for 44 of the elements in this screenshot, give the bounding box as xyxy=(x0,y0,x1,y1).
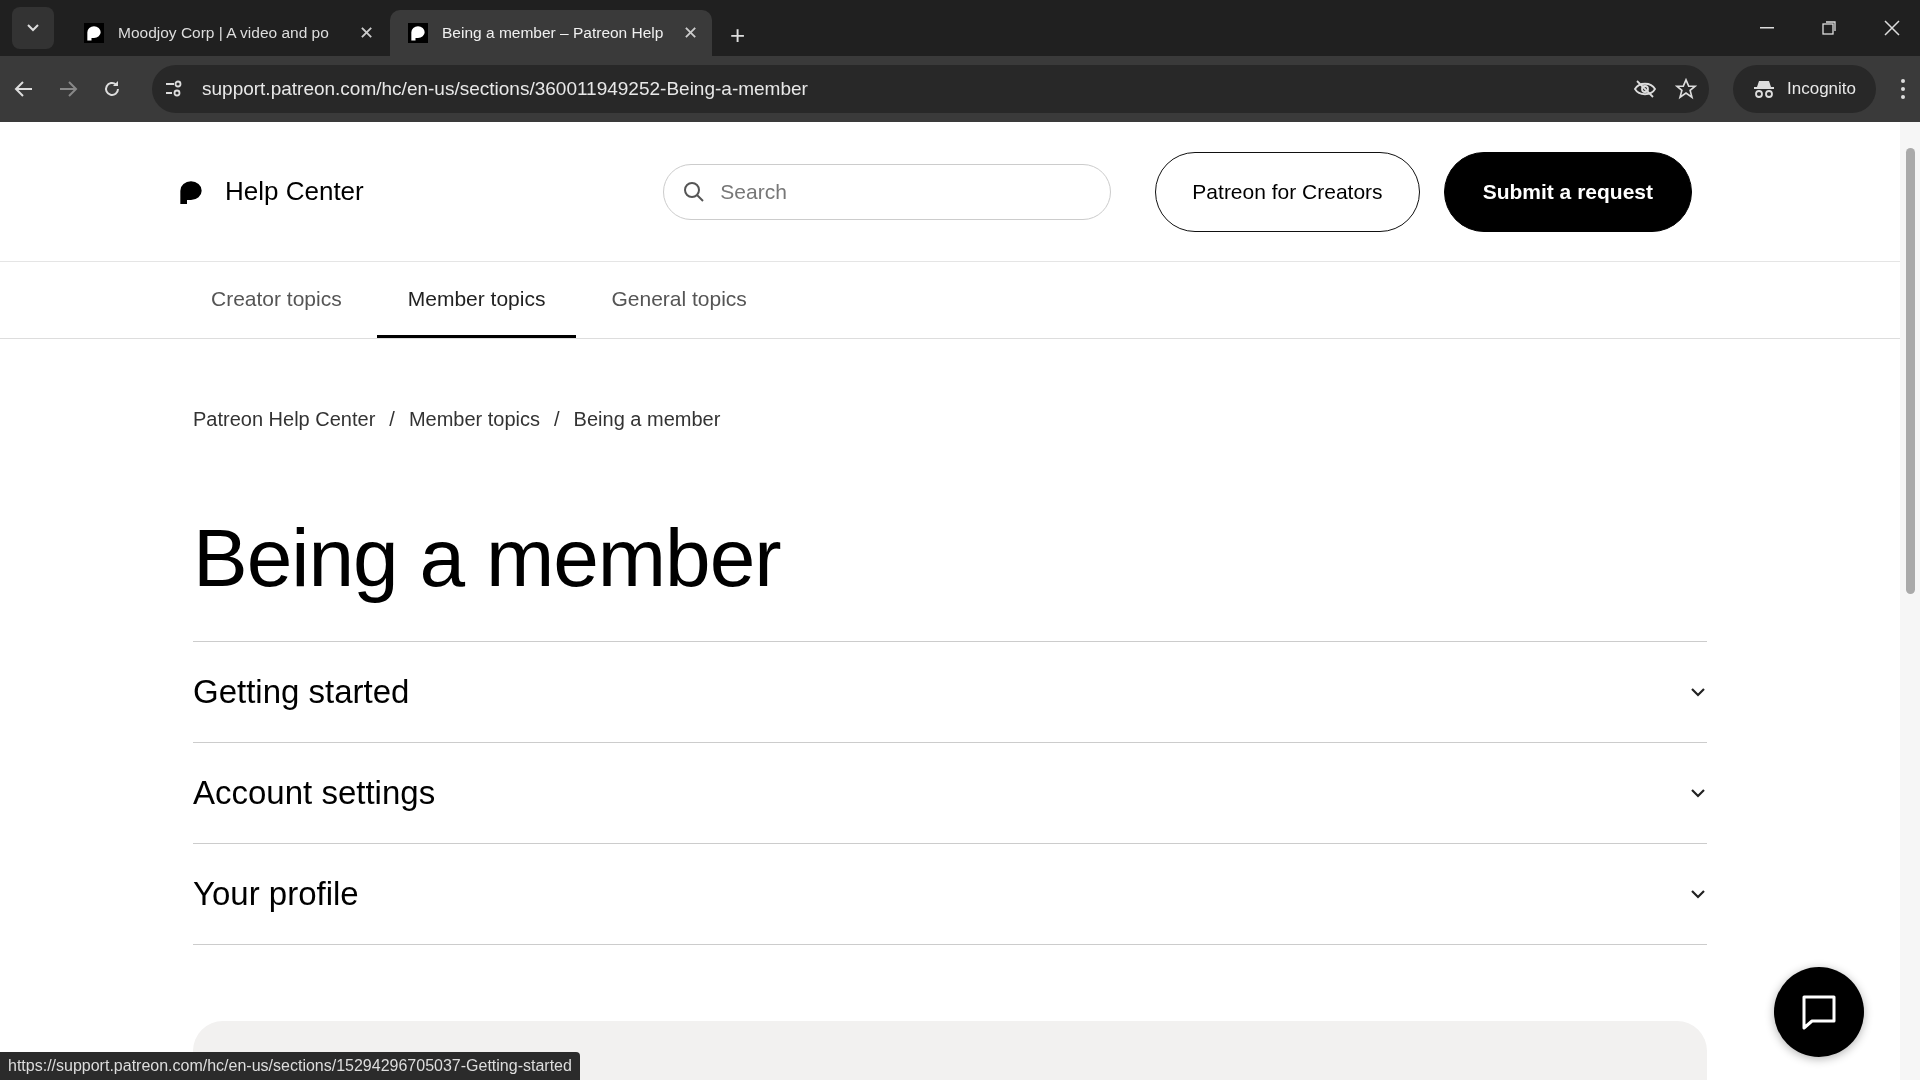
reload-icon[interactable] xyxy=(102,79,122,99)
section-heading[interactable]: Account settings xyxy=(193,774,436,812)
nav-tab[interactable]: Creator topics xyxy=(180,262,373,338)
eye-crossed-icon[interactable] xyxy=(1633,79,1657,99)
close-tab-icon[interactable]: ✕ xyxy=(683,22,698,44)
search-field[interactable]: Search xyxy=(663,163,1112,220)
close-tab-icon[interactable]: ✕ xyxy=(359,22,374,44)
patreon-logo-icon xyxy=(408,23,428,43)
browser-tab[interactable]: Being a member – Patreon Help ✕ xyxy=(390,10,712,56)
creators-button[interactable]: Patreon for Creators xyxy=(1155,151,1420,232)
breadcrumb-link[interactable]: Patreon Help Center xyxy=(193,408,376,431)
breadcrumb-separator: / xyxy=(389,408,395,431)
breadcrumb-link[interactable]: Member topics xyxy=(408,408,541,431)
star-icon[interactable] xyxy=(1675,78,1697,100)
submit-request-button[interactable]: Submit a request xyxy=(1443,151,1692,232)
chat-button[interactable] xyxy=(1774,967,1864,1057)
section-heading[interactable]: Getting started xyxy=(193,673,410,711)
address-bar[interactable]: support.patreon.com/hc/en-us/sections/360011949252-Being-a-member xyxy=(152,65,1709,113)
chevron-down-icon[interactable] xyxy=(1689,888,1707,900)
breadcrumb-separator: / xyxy=(554,408,560,431)
nav-tab[interactable]: Member topics xyxy=(376,262,577,338)
chevron-down-icon[interactable] xyxy=(1689,686,1707,698)
browser-tab[interactable]: Moodjoy Corp | A video and po ✕ xyxy=(66,10,388,56)
breadcrumb-link[interactable]: Being a member xyxy=(573,408,721,431)
chevron-down-icon xyxy=(26,23,40,33)
menu-icon[interactable] xyxy=(1900,78,1906,100)
site-title[interactable]: Help Center xyxy=(225,176,364,207)
back-icon[interactable] xyxy=(14,80,34,98)
status-url: https://support.patreon.com/hc/en-us/sections/15294296705037-Getting-started xyxy=(0,1052,580,1080)
close-icon[interactable] xyxy=(1884,20,1900,36)
chevron-down-icon[interactable] xyxy=(1689,787,1707,799)
incognito-icon xyxy=(1753,79,1775,99)
section-heading[interactable]: Your profile xyxy=(193,875,359,913)
profile-button[interactable]: Incognito xyxy=(1733,65,1876,113)
patreon-logo-icon xyxy=(84,23,104,43)
search-icon xyxy=(683,180,706,203)
minimize-icon[interactable] xyxy=(1760,27,1774,29)
new-tab-button[interactable]: + xyxy=(730,22,746,48)
url-text: support.patreon.com/hc/en-us/sections/360011949252-Being-a-member xyxy=(202,78,809,100)
forward-icon[interactable] xyxy=(58,80,78,98)
restore-icon[interactable] xyxy=(1822,21,1836,35)
site-settings-icon[interactable] xyxy=(164,80,184,98)
page-title: Being a member xyxy=(193,517,1707,642)
nav-tab[interactable]: General topics xyxy=(580,262,778,338)
